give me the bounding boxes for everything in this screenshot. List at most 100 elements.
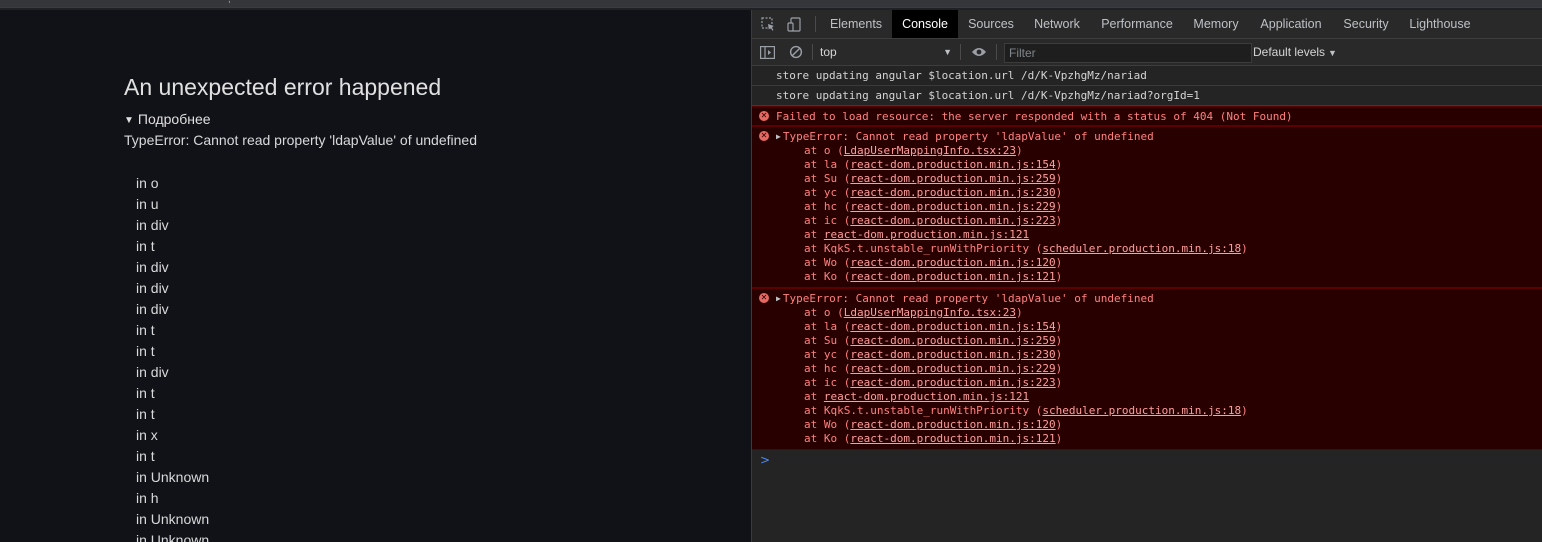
frame-prefix: at Ko (: [804, 432, 851, 445]
stack-frame: at ic (react-dom.production.min.js:223): [776, 376, 1542, 390]
error-head[interactable]: ▶ TypeError: Cannot read property 'ldapVa…: [776, 292, 1542, 306]
stack-line: in t: [136, 343, 155, 359]
tabbar-separator: [815, 16, 816, 32]
error-text: Failed to load resource: the server resp…: [776, 110, 1293, 123]
triangle-down-icon: ▼: [124, 115, 134, 126]
source-link[interactable]: react-dom.production.min.js:121: [824, 228, 1029, 241]
stack-frame: at hc (react-dom.production.min.js:229): [776, 200, 1542, 214]
source-link[interactable]: scheduler.production.min.js:18: [1042, 404, 1241, 417]
tab-lighthouse[interactable]: Lighthouse: [1402, 10, 1478, 38]
device-toolbar-icon[interactable]: [786, 16, 802, 32]
tab-strip-sliver: ,: [0, 0, 1542, 8]
expand-triangle-icon[interactable]: ▶: [776, 130, 781, 144]
source-link[interactable]: LdapUserMappingInfo.tsx:23: [844, 306, 1016, 319]
stack-frame: at KqkS.t.unstable_runWithPriority (sche…: [776, 404, 1542, 418]
frame-prefix: at yc (: [804, 186, 851, 199]
source-link[interactable]: react-dom.production.min.js:154: [850, 158, 1055, 171]
console-log-message: store updating angular $location.url /d/…: [752, 86, 1542, 106]
error-head-text: TypeError: Cannot read property 'ldapVal…: [782, 130, 1154, 143]
stack-frame: at Ko (react-dom.production.min.js:121): [776, 270, 1542, 284]
stack-frame: at o (LdapUserMappingInfo.tsx:23): [776, 306, 1542, 320]
tab-security[interactable]: Security: [1334, 10, 1398, 38]
error-head[interactable]: ▶ TypeError: Cannot read property 'ldapVa…: [776, 130, 1542, 144]
frame-suffix: ): [1055, 376, 1063, 389]
source-link[interactable]: LdapUserMappingInfo.tsx:23: [844, 144, 1016, 157]
source-link[interactable]: react-dom.production.min.js:229: [850, 200, 1055, 213]
frame-suffix: ): [1055, 214, 1063, 227]
frame-prefix: at o (: [804, 144, 844, 157]
source-link[interactable]: react-dom.production.min.js:154: [850, 320, 1055, 333]
source-link[interactable]: react-dom.production.min.js:223: [850, 376, 1055, 389]
stack-line: in t: [136, 448, 155, 464]
details-toggle-label: Подробнее: [137, 111, 211, 127]
source-link[interactable]: react-dom.production.min.js:120: [850, 418, 1055, 431]
tab-sources[interactable]: Sources: [960, 10, 1022, 38]
component-stack: in o in u in div in t in div in div in d…: [136, 173, 209, 542]
frame-suffix: ): [1055, 256, 1063, 269]
stack-frame: at Su (react-dom.production.min.js:259): [776, 334, 1542, 348]
context-selector-value: top: [820, 45, 837, 59]
expand-triangle-icon[interactable]: ▶: [776, 292, 781, 306]
frame-prefix: at Wo (: [804, 418, 851, 431]
console-error-message: ✕ Failed to load resource: the server re…: [752, 106, 1542, 126]
frame-prefix: at: [804, 228, 824, 241]
frame-prefix: at Su (: [804, 334, 851, 347]
stack-line: in Unknown: [136, 469, 210, 485]
source-link[interactable]: react-dom.production.min.js:121: [850, 270, 1055, 283]
source-link[interactable]: react-dom.production.min.js:121: [824, 390, 1029, 403]
stack-line: in Unknown: [136, 511, 210, 527]
console-log-message: store updating angular $location.url /d/…: [752, 66, 1542, 86]
stack-frame: at Su (react-dom.production.min.js:259): [776, 172, 1542, 186]
tab-network[interactable]: Network: [1024, 10, 1090, 38]
source-link[interactable]: react-dom.production.min.js:121: [850, 432, 1055, 445]
clear-console-icon[interactable]: [788, 44, 804, 60]
stack-line: in div: [136, 364, 169, 380]
frame-suffix: ): [1055, 348, 1063, 361]
stack-line: in div: [136, 259, 169, 275]
source-link[interactable]: scheduler.production.min.js:18: [1042, 242, 1241, 255]
context-selector[interactable]: top ▼: [820, 43, 952, 61]
tab-memory[interactable]: Memory: [1184, 10, 1248, 38]
stack-line: in o: [136, 175, 159, 191]
details-toggle[interactable]: ▼ Подробнее: [124, 111, 211, 127]
error-message: TypeError: Cannot read property 'ldapVal…: [124, 132, 477, 148]
tab-performance[interactable]: Performance: [1092, 10, 1182, 38]
console-sidebar-icon[interactable]: [759, 44, 775, 60]
frame-suffix: ): [1055, 334, 1063, 347]
frame-prefix: at Wo (: [804, 256, 851, 269]
stack-line: in t: [136, 406, 155, 422]
source-link[interactable]: react-dom.production.min.js:229: [850, 362, 1055, 375]
tab-elements[interactable]: Elements: [822, 10, 890, 38]
devtools-tabbar: Elements Console Sources Network Perform…: [752, 10, 1542, 39]
frame-suffix: ): [1055, 270, 1063, 283]
tab-application[interactable]: Application: [1252, 10, 1330, 38]
source-link[interactable]: react-dom.production.min.js:230: [850, 186, 1055, 199]
console-prompt[interactable]: >: [752, 450, 1542, 470]
stack-frame: at ic (react-dom.production.min.js:223): [776, 214, 1542, 228]
stack-line: in t: [136, 385, 155, 401]
source-link[interactable]: react-dom.production.min.js:223: [850, 214, 1055, 227]
frame-prefix: at hc (: [804, 200, 851, 213]
source-link[interactable]: react-dom.production.min.js:259: [850, 172, 1055, 185]
frame-suffix: ): [1241, 404, 1248, 417]
source-link[interactable]: react-dom.production.min.js:230: [850, 348, 1055, 361]
stack-frame: at la (react-dom.production.min.js:154): [776, 158, 1542, 172]
console-filter-input[interactable]: [1004, 43, 1252, 63]
stack-line: in h: [136, 490, 159, 506]
tab-console[interactable]: Console: [892, 10, 958, 38]
caret-down-icon: ▼: [1328, 48, 1337, 58]
source-link[interactable]: react-dom.production.min.js:120: [850, 256, 1055, 269]
frame-prefix: at Ko (: [804, 270, 851, 283]
frame-prefix: at: [804, 390, 824, 403]
stack-frame: at Wo (react-dom.production.min.js:120): [776, 418, 1542, 432]
toolbar-separator: [996, 44, 997, 60]
inspect-element-icon[interactable]: [760, 16, 776, 32]
source-link[interactable]: react-dom.production.min.js:259: [850, 334, 1055, 347]
live-expression-eye-icon[interactable]: [971, 44, 987, 60]
tab-strip-glyph: ,: [228, 0, 231, 5]
log-levels-dropdown[interactable]: Default levels ▼: [1253, 43, 1337, 61]
stack-line: in div: [136, 280, 169, 296]
stack-line: in div: [136, 217, 169, 233]
toolbar-separator: [812, 44, 813, 60]
error-page: An unexpected error happened ▼ Подробнее …: [0, 10, 751, 542]
